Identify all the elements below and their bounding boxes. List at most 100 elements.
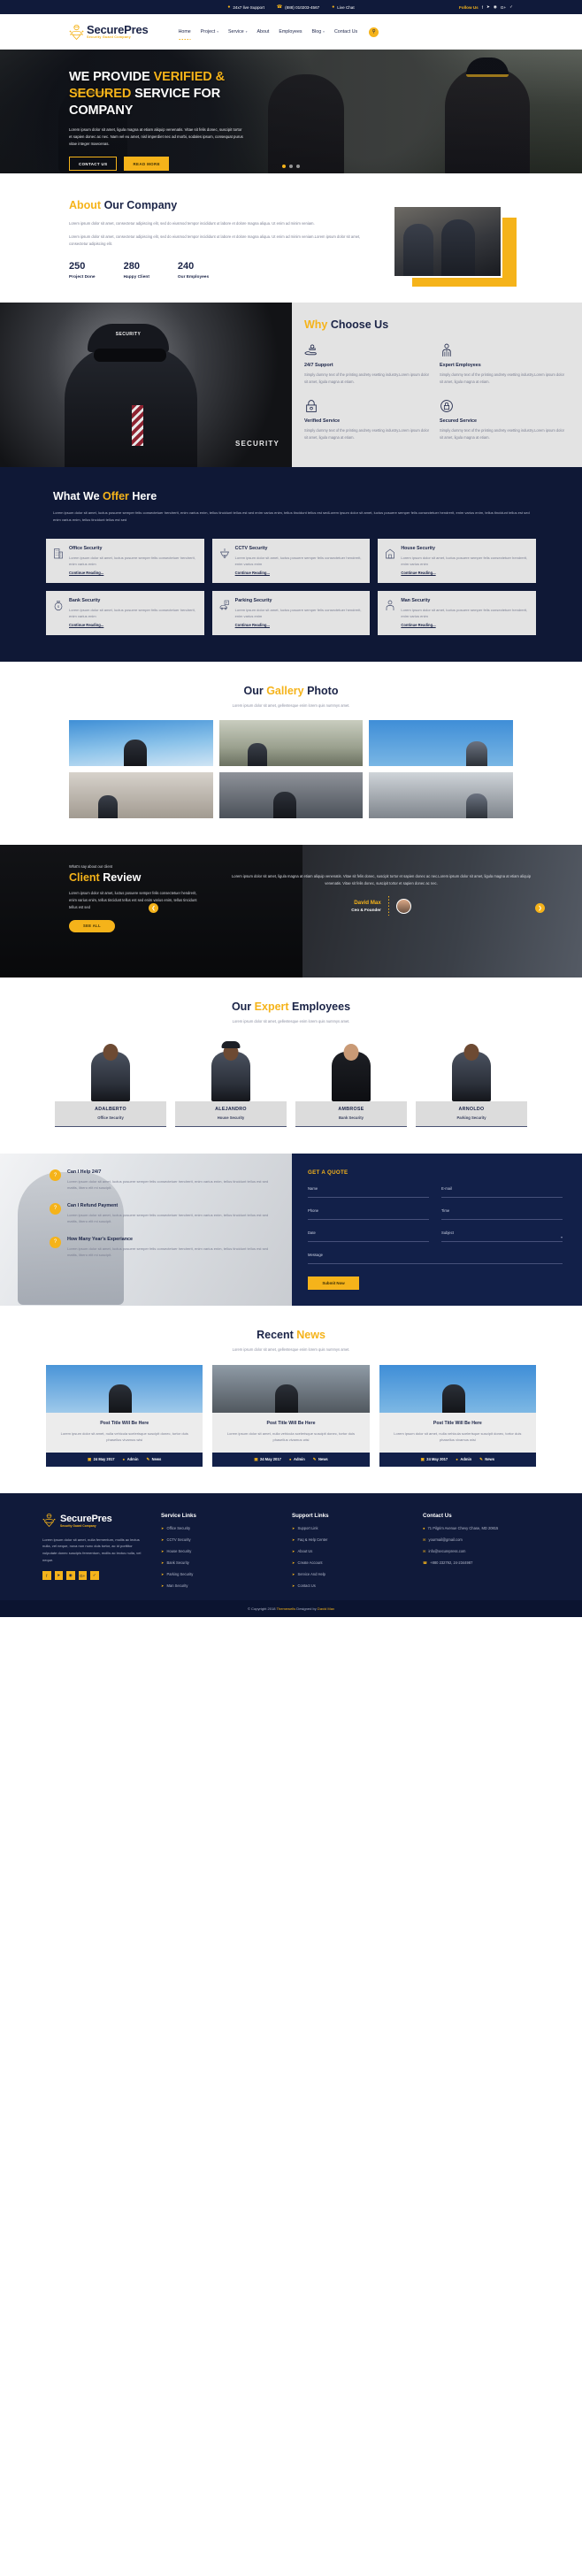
faq-item[interactable]: ? How Many Year's Experiance Lorem ipsum… <box>50 1236 271 1259</box>
continue-reading-link[interactable]: Continue Reading... <box>235 571 364 575</box>
footer-link[interactable]: ➤ Man Security <box>161 1583 278 1588</box>
hero-dot-3[interactable] <box>296 165 300 168</box>
field-message[interactable]: Message <box>308 1253 563 1264</box>
nav-item-contact-us[interactable]: Contact Us <box>334 29 357 34</box>
search-icon[interactable]: ⚲ <box>369 27 379 37</box>
service-card-office-security[interactable]: Office Security Lorem ipsum dolor sit am… <box>46 538 204 583</box>
gallery-item-1[interactable] <box>69 720 213 766</box>
hero-read-more-button[interactable]: READ MORE <box>124 157 169 172</box>
nav-item-blog[interactable]: Blog ▾ <box>312 29 325 34</box>
field-subject[interactable]: Subject ▾ <box>441 1230 563 1242</box>
feature-title: Expert Employees <box>440 363 481 369</box>
employee-card[interactable]: ADALBERTO Office Security <box>55 1038 166 1127</box>
employee-role: Bank Security <box>339 1116 364 1120</box>
field-name[interactable]: Name <box>308 1186 429 1198</box>
gallery-item-5[interactable] <box>218 772 364 818</box>
news-card[interactable]: Post Title Will Be Here Lorem ipsum dolo… <box>379 1365 536 1467</box>
faq-item[interactable]: ? Can I Help 24/7 Lorem ipsum dolor sit … <box>50 1169 271 1192</box>
employee-card[interactable]: ARNOLDO Parking Security <box>416 1038 527 1127</box>
twitter-icon[interactable]: ➤ <box>486 4 490 10</box>
service-card-cctv-security[interactable]: CCTV Security Lorem ipsum dolor sit amet… <box>211 538 371 583</box>
footer-link[interactable]: ➤ House Security <box>161 1549 278 1553</box>
facebook-icon[interactable]: f <box>42 1571 51 1580</box>
footer-logo[interactable]: SecurePres Security Guard Company <box>42 1513 147 1530</box>
nav-item-employees[interactable]: Employees <box>279 29 302 34</box>
footer-link[interactable]: ➤ Create Account <box>292 1560 409 1565</box>
behance-icon[interactable]: ◉ <box>494 4 497 10</box>
copyright-brand[interactable]: Themewells <box>277 1606 296 1611</box>
continue-reading-link[interactable]: Continue Reading... <box>235 623 364 627</box>
hero-carousel-dots[interactable] <box>282 165 300 168</box>
vimeo-icon[interactable]: ✓ <box>90 1571 99 1580</box>
logo[interactable]: SecurePres Security Guard Company <box>69 24 149 41</box>
twitter-icon[interactable]: ➤ <box>54 1571 63 1580</box>
google-plus-icon[interactable]: G+ <box>78 1571 87 1580</box>
service-card-bank-security[interactable]: $ Bank Security Lorem ipsum dolor sit am… <box>46 590 204 635</box>
chevron-left-icon[interactable]: ❮ <box>149 903 158 913</box>
copyright-author[interactable]: David Max <box>318 1606 334 1611</box>
gallery-item-3[interactable] <box>369 720 513 766</box>
footer-link[interactable]: ➤ Parking Security <box>161 1572 278 1576</box>
news-card[interactable]: Post Title Will Be Here Lorem ipsum dolo… <box>46 1365 203 1467</box>
input-underline[interactable] <box>308 1241 429 1242</box>
continue-reading-link[interactable]: Continue Reading... <box>69 571 197 575</box>
gallery-item-6[interactable] <box>369 772 513 818</box>
footer-email-1[interactable]: ✉ yourmail@gmail.com <box>423 1537 540 1542</box>
gallery-item-4[interactable] <box>69 772 213 818</box>
service-card-parking-security[interactable]: P Parking Security Lorem ipsum dolor sit… <box>211 590 371 635</box>
news-subtitle: Lorem ipsum dolor sit amet, gellentesque… <box>232 1347 350 1352</box>
input-underline[interactable] <box>441 1197 563 1198</box>
footer-link[interactable]: ➤ CCTV Security <box>161 1537 278 1542</box>
chevron-right-icon[interactable]: ❯ <box>535 903 545 913</box>
hero-dot-1[interactable] <box>282 165 286 168</box>
faq-item[interactable]: ? Can I Refund Payment Lorem ipsum dolor… <box>50 1202 271 1225</box>
input-underline[interactable] <box>308 1219 429 1220</box>
feature-text: Simply dummy text of the printing andret… <box>440 428 564 441</box>
employee-card[interactable]: AMBROSE Bank Security <box>295 1038 407 1127</box>
nav-item-about[interactable]: About <box>257 29 270 34</box>
footer-link[interactable]: ➤ Faq & Help Center <box>292 1537 409 1542</box>
field-date[interactable]: Date <box>308 1230 429 1242</box>
footer-link[interactable]: ➤ About Us <box>292 1549 409 1553</box>
continue-reading-link[interactable]: Continue Reading... <box>69 623 197 627</box>
service-card-man-security[interactable]: Man Security Lorem ipsum dolor sit amet,… <box>378 590 536 635</box>
lock-icon <box>304 399 318 413</box>
input-underline[interactable] <box>308 1263 563 1264</box>
topbar-support[interactable]: ● 24x7 live Support <box>227 4 264 10</box>
footer-link[interactable]: ➤ Support Link <box>292 1526 409 1530</box>
behance-icon[interactable]: ◉ <box>66 1571 75 1580</box>
google-plus-icon[interactable]: G+ <box>501 5 506 10</box>
field-phone[interactable]: Phone <box>308 1208 429 1220</box>
see-all-button[interactable]: SEE ALL <box>69 919 115 932</box>
nav-item-project[interactable]: Project ▾ <box>201 29 218 34</box>
chevron-down-icon[interactable]: ▾ <box>561 1235 563 1239</box>
vimeo-icon[interactable]: ✓ <box>509 4 513 10</box>
footer-link[interactable]: ➤ Bank Security <box>161 1560 278 1565</box>
hero-title-part2: SERVICE FOR <box>131 87 221 102</box>
nav-item-service[interactable]: Service ▾ <box>228 29 247 34</box>
gallery-item-2[interactable] <box>218 720 364 766</box>
topbar-phone[interactable]: ☎ (888) 010203-4567 <box>277 4 319 10</box>
employee-card[interactable]: ALEJANDRO House Security <box>175 1038 287 1127</box>
continue-reading-link[interactable]: Continue Reading... <box>401 571 529 575</box>
service-card-house-security[interactable]: House Security Lorem ipsum dolor sit ame… <box>378 538 536 583</box>
nav-item-home[interactable]: Home <box>179 29 191 34</box>
field-email[interactable]: E-mail <box>441 1186 563 1198</box>
input-underline[interactable] <box>441 1241 563 1242</box>
footer-link[interactable]: ➤ Contact Us <box>292 1583 409 1588</box>
input-underline[interactable] <box>441 1219 563 1220</box>
hero-title: WE PROVIDE VERIFIED & SECURED SERVICE FO… <box>69 69 259 119</box>
hero-dot-2[interactable] <box>289 165 293 168</box>
facebook-icon[interactable]: f <box>482 5 483 10</box>
footer-link[interactable]: ➤ Service And Help <box>292 1572 409 1576</box>
continue-reading-link[interactable]: Continue Reading... <box>401 623 529 627</box>
footer-phone[interactable]: ☎ +880 232792, 24-2344987 <box>423 1560 540 1565</box>
news-card[interactable]: Post Title Will Be Here Lorem ipsum dolo… <box>212 1365 370 1467</box>
hero-contact-us-button[interactable]: CONTACT US <box>69 157 118 172</box>
input-underline[interactable] <box>308 1197 429 1198</box>
topbar-livechat[interactable]: ● Live Chat <box>332 4 354 10</box>
footer-email-2[interactable]: ✉ info@securepress.com <box>423 1549 540 1553</box>
footer-link[interactable]: ➤ Office Security <box>161 1526 278 1530</box>
field-time[interactable]: Time <box>441 1208 563 1220</box>
submit-now-button[interactable]: Submit Now <box>308 1276 359 1290</box>
